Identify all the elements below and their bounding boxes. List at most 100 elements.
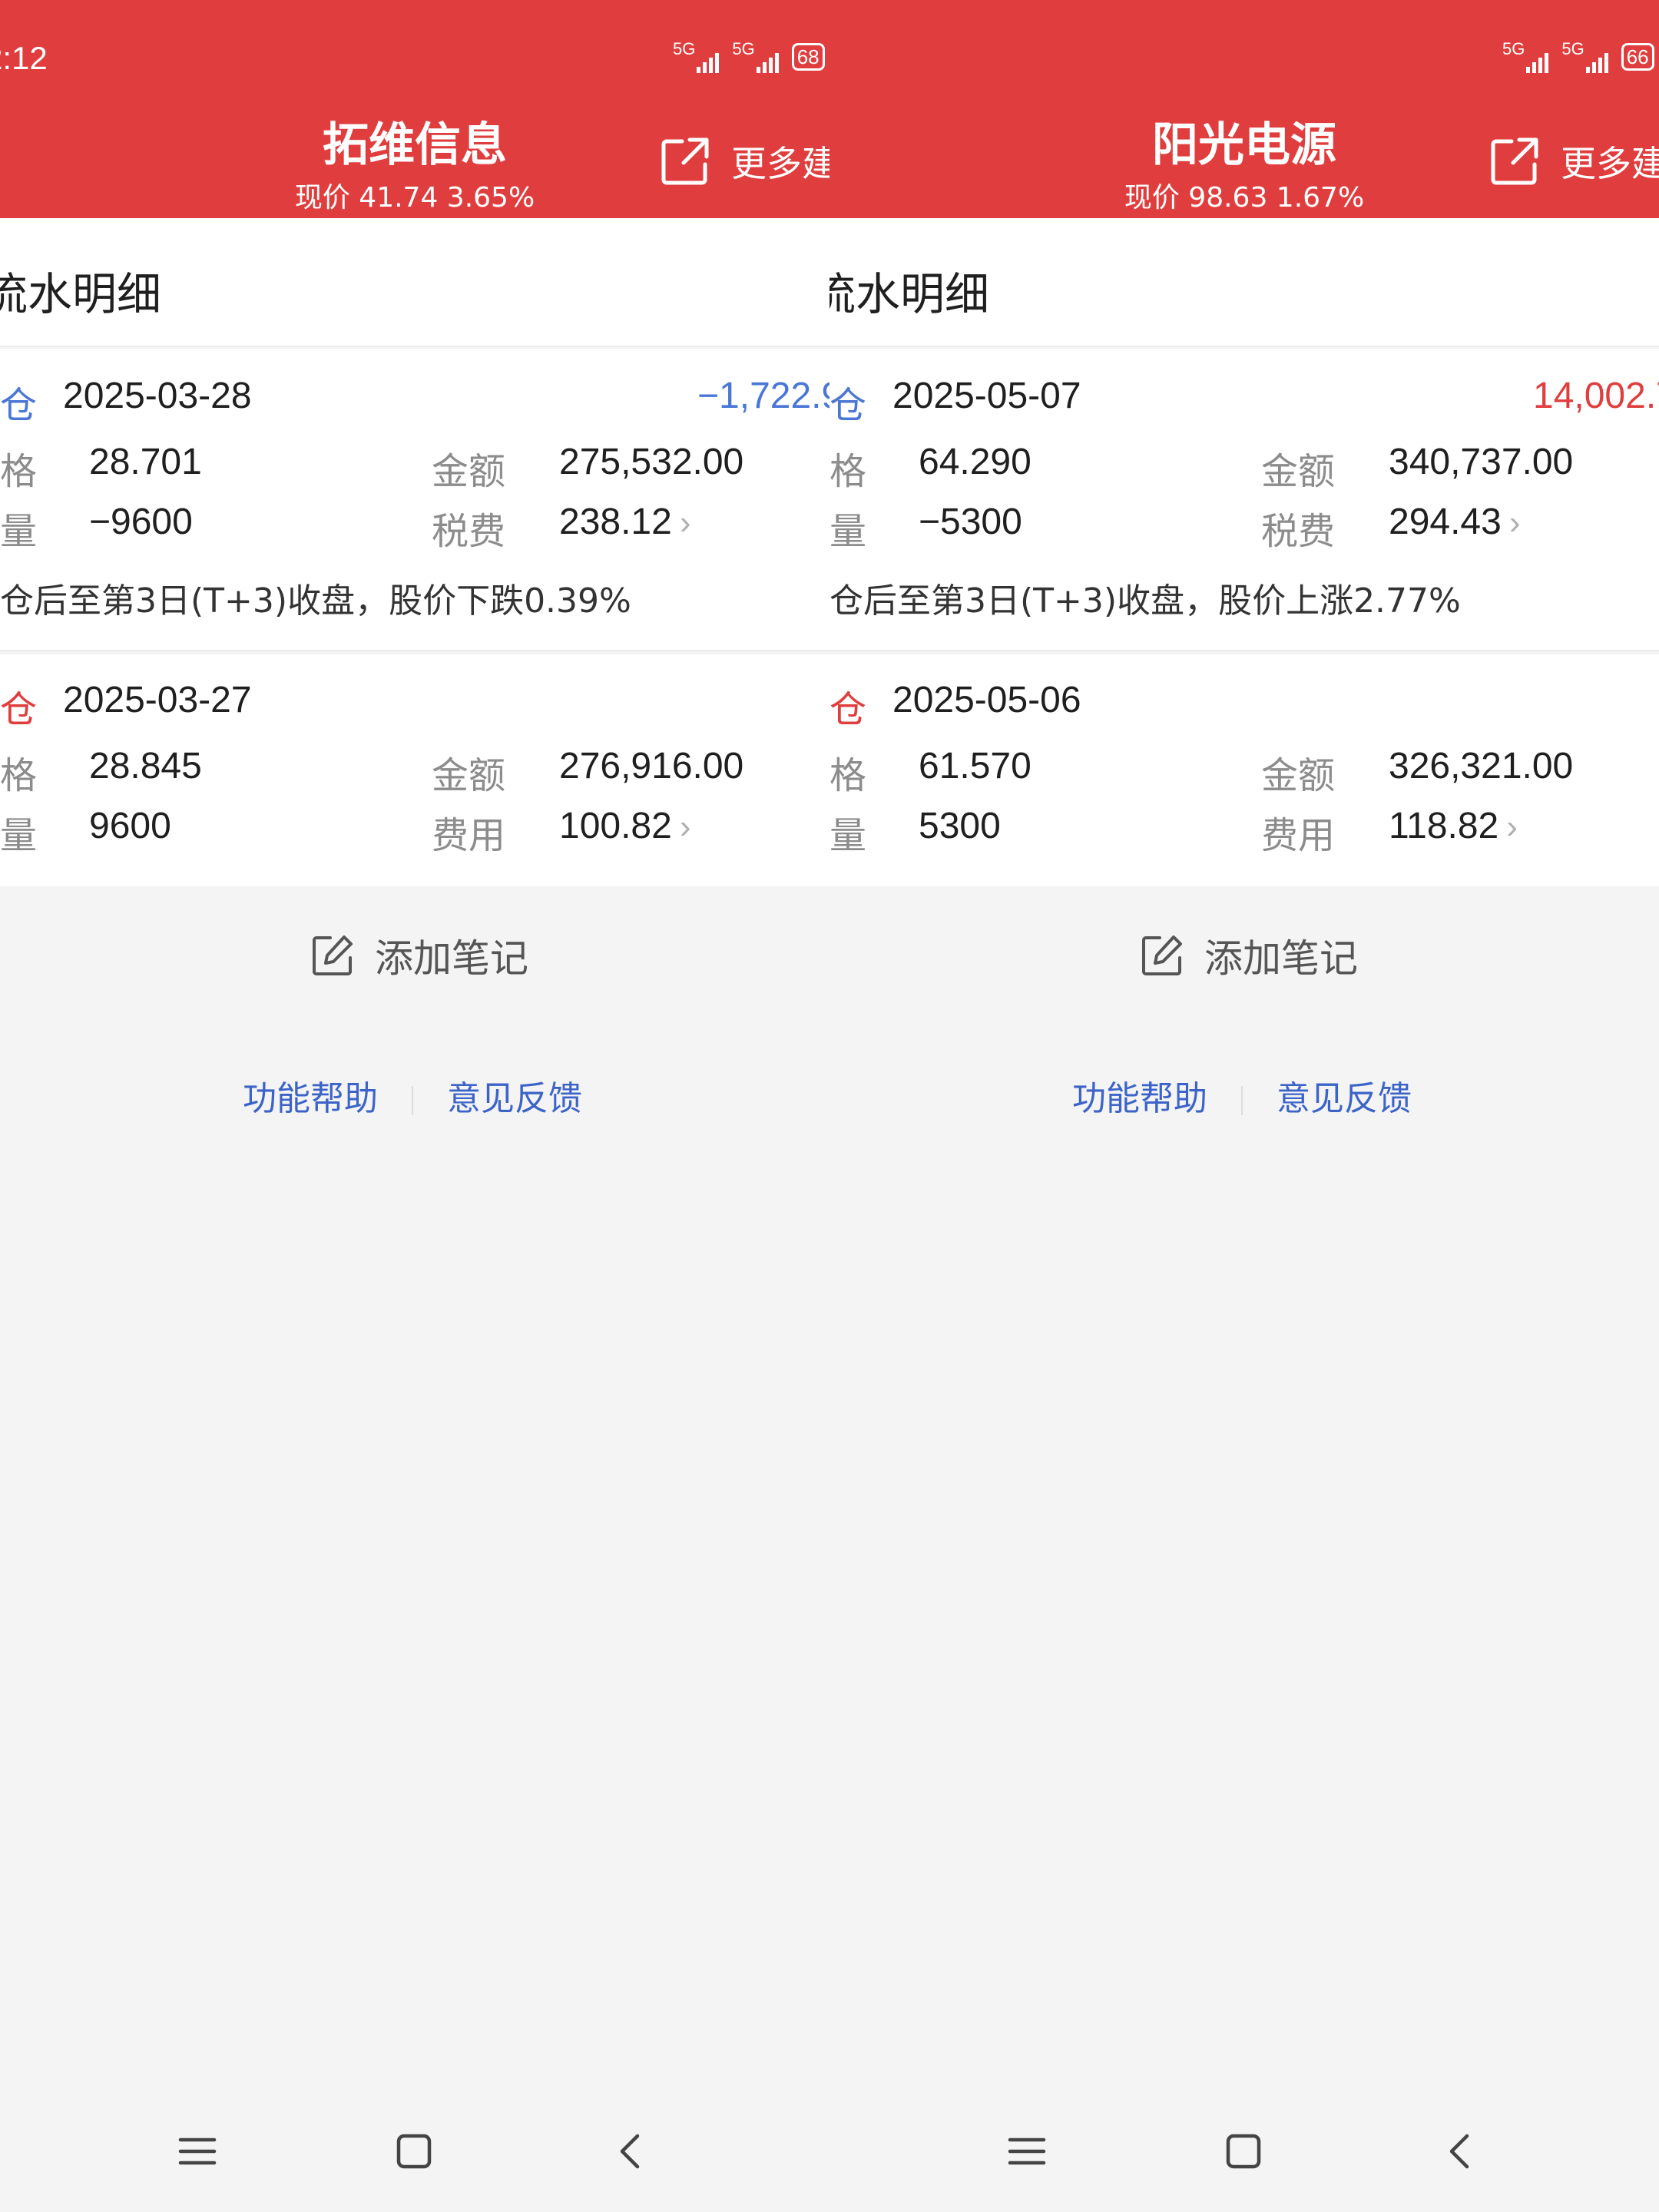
record-pnl: 14,002.7: [1533, 376, 1659, 416]
qty-label: 量: [830, 814, 867, 857]
fee-detail-link[interactable]: 118.82 ›: [1389, 805, 1518, 847]
more-button-label: 更多建: [1561, 143, 1659, 184]
price-value: 64.290: [919, 442, 1031, 482]
signal-5g-icon: 5G: [1561, 38, 1584, 58]
record-type-glyph: 仓: [0, 688, 38, 731]
record-card[interactable]: 仓 2025-03-28 −1,722.9 格 28.701 金额 275,53…: [0, 349, 830, 650]
external-link-icon: [1491, 137, 1538, 185]
signal-5g-icon: 5G: [732, 38, 755, 58]
back-button[interactable]: [611, 2132, 650, 2174]
more-button[interactable]: 更多建: [1488, 131, 1659, 192]
signal-5g-icon: 5G: [1502, 38, 1525, 58]
header-bar: 2:12 5G5G68:12 拓维信息 现价 41.74 3.65% 更多建: [0, 0, 830, 218]
footer-links: 功能帮助 意见反馈: [243, 1071, 582, 1120]
stock-price-subtitle: 现价 98.63 1.67%: [1124, 182, 1365, 214]
section-header: 流水明细: [830, 218, 1659, 346]
fee-detail-link[interactable]: 238.12 ›: [559, 501, 690, 543]
qty-label: 量: [0, 814, 38, 857]
record-note: 仓后至第3日(T+3)收盘，股价下跌0.39%: [0, 581, 631, 621]
divider: [830, 650, 1659, 651]
divider: [0, 650, 830, 651]
section-header: 流水明细: [0, 218, 830, 346]
fee-value: 238.12: [559, 502, 672, 542]
record-type-glyph: 仓: [0, 384, 38, 427]
fee-label: 费用: [1261, 814, 1336, 857]
chevron-right-icon: ›: [679, 504, 691, 541]
external-link-icon: [661, 137, 709, 185]
fee-value: 100.82: [559, 806, 672, 846]
back-icon: [620, 2134, 640, 2169]
record-type-glyph: 仓: [830, 688, 867, 731]
feedback-link[interactable]: 意见反馈: [447, 1079, 582, 1118]
right-screenshot-panel: 5G 5G 66 阳光电源 现价 98.63 1.67% 更多建 流水明细 仓 20…: [830, 0, 1659, 2212]
price-value: 61.570: [919, 746, 1031, 786]
amount-value: 326,321.00: [1389, 746, 1574, 786]
link-separator: [1241, 1086, 1243, 1115]
link-separator: [412, 1086, 413, 1115]
chevron-right-icon: ›: [1508, 504, 1521, 541]
status-icons: 5G 5G 66: [1502, 38, 1657, 73]
qty-value: −5300: [919, 502, 1022, 542]
fee-detail-link[interactable]: 100.82 ›: [559, 805, 690, 847]
home-square-icon: [396, 2134, 432, 2169]
menu-icon: [178, 2137, 217, 2165]
add-note-button[interactable]: 添加笔记: [310, 928, 528, 983]
system-navbar: [0, 2098, 830, 2212]
fee-label: 税费: [1261, 510, 1336, 553]
menu-button[interactable]: [178, 2132, 217, 2174]
more-button[interactable]: 更多建: [659, 131, 830, 192]
feedback-link[interactable]: 意见反馈: [1277, 1079, 1412, 1118]
divider: [830, 346, 1659, 347]
help-link[interactable]: 功能帮助: [243, 1079, 378, 1118]
fee-label: 费用: [432, 814, 506, 857]
home-button[interactable]: [395, 2132, 433, 2174]
signal-bars-icon: [756, 38, 781, 73]
record-card[interactable]: 仓 2025-05-06 格 61.570 金额 326,321.00 量 53…: [830, 654, 1659, 886]
price-label: 格: [830, 754, 867, 797]
status-icons: 5G5G68:12: [673, 38, 830, 73]
add-note-button[interactable]: 添加笔记: [1140, 928, 1358, 983]
qty-label: 量: [830, 510, 867, 553]
fee-value: 118.82: [1389, 806, 1499, 846]
record-date: 2025-03-27: [63, 680, 252, 720]
amount-value: 276,916.00: [559, 746, 744, 786]
chevron-right-icon: ›: [679, 808, 691, 846]
fee-label: 税费: [432, 510, 506, 553]
record-type-glyph: 仓: [830, 384, 867, 427]
qty-label: 量: [0, 510, 38, 553]
amount-label: 金额: [1261, 450, 1336, 493]
fee-detail-link[interactable]: 294.43 ›: [1389, 501, 1520, 543]
header-bar: 5G 5G 66 阳光电源 现价 98.63 1.67% 更多建: [830, 0, 1659, 218]
price-label: 格: [0, 450, 38, 493]
qty-value: −9600: [89, 502, 193, 542]
amount-value: 340,737.00: [1389, 442, 1574, 482]
back-button[interactable]: [1441, 2132, 1479, 2174]
price-value: 28.701: [89, 442, 202, 482]
amount-label: 金额: [1261, 754, 1336, 797]
help-link[interactable]: 功能帮助: [1072, 1079, 1207, 1118]
record-card[interactable]: 仓 2025-03-27 格 28.845 金额 276,916.00 量 96…: [0, 654, 830, 886]
add-note-label: 添加笔记: [375, 936, 528, 981]
qty-value: 5300: [919, 806, 1001, 846]
edit-note-icon: [1142, 935, 1182, 975]
more-button-label: 更多建: [731, 143, 830, 184]
amount-label: 金额: [432, 754, 506, 797]
system-navbar: [830, 2098, 1659, 2212]
stock-title: 拓维信息: [323, 118, 507, 172]
add-note-label: 添加笔记: [1204, 936, 1358, 981]
home-button[interactable]: [1224, 2132, 1263, 2174]
footer-links: 功能帮助 意见反馈: [1072, 1071, 1412, 1120]
price-label: 格: [0, 754, 38, 797]
signal-bars-icon: [1585, 38, 1611, 73]
menu-icon: [1008, 2137, 1046, 2165]
qty-value: 9600: [89, 806, 171, 846]
battery-icon: 66: [1621, 43, 1654, 71]
stock-title: 阳光电源: [1152, 118, 1336, 172]
section-title: 流水明细: [830, 268, 990, 320]
section-title: 流水明细: [0, 268, 162, 320]
record-card[interactable]: 仓 2025-05-07 14,002.7 格 64.290 金额 340,73…: [830, 349, 1659, 650]
record-pnl: −1,722.9: [697, 376, 830, 416]
menu-button[interactable]: [1008, 2132, 1046, 2174]
record-date: 2025-05-06: [892, 680, 1081, 720]
record-note: 仓后至第3日(T+3)收盘，股价上涨2.77%: [830, 581, 1461, 621]
